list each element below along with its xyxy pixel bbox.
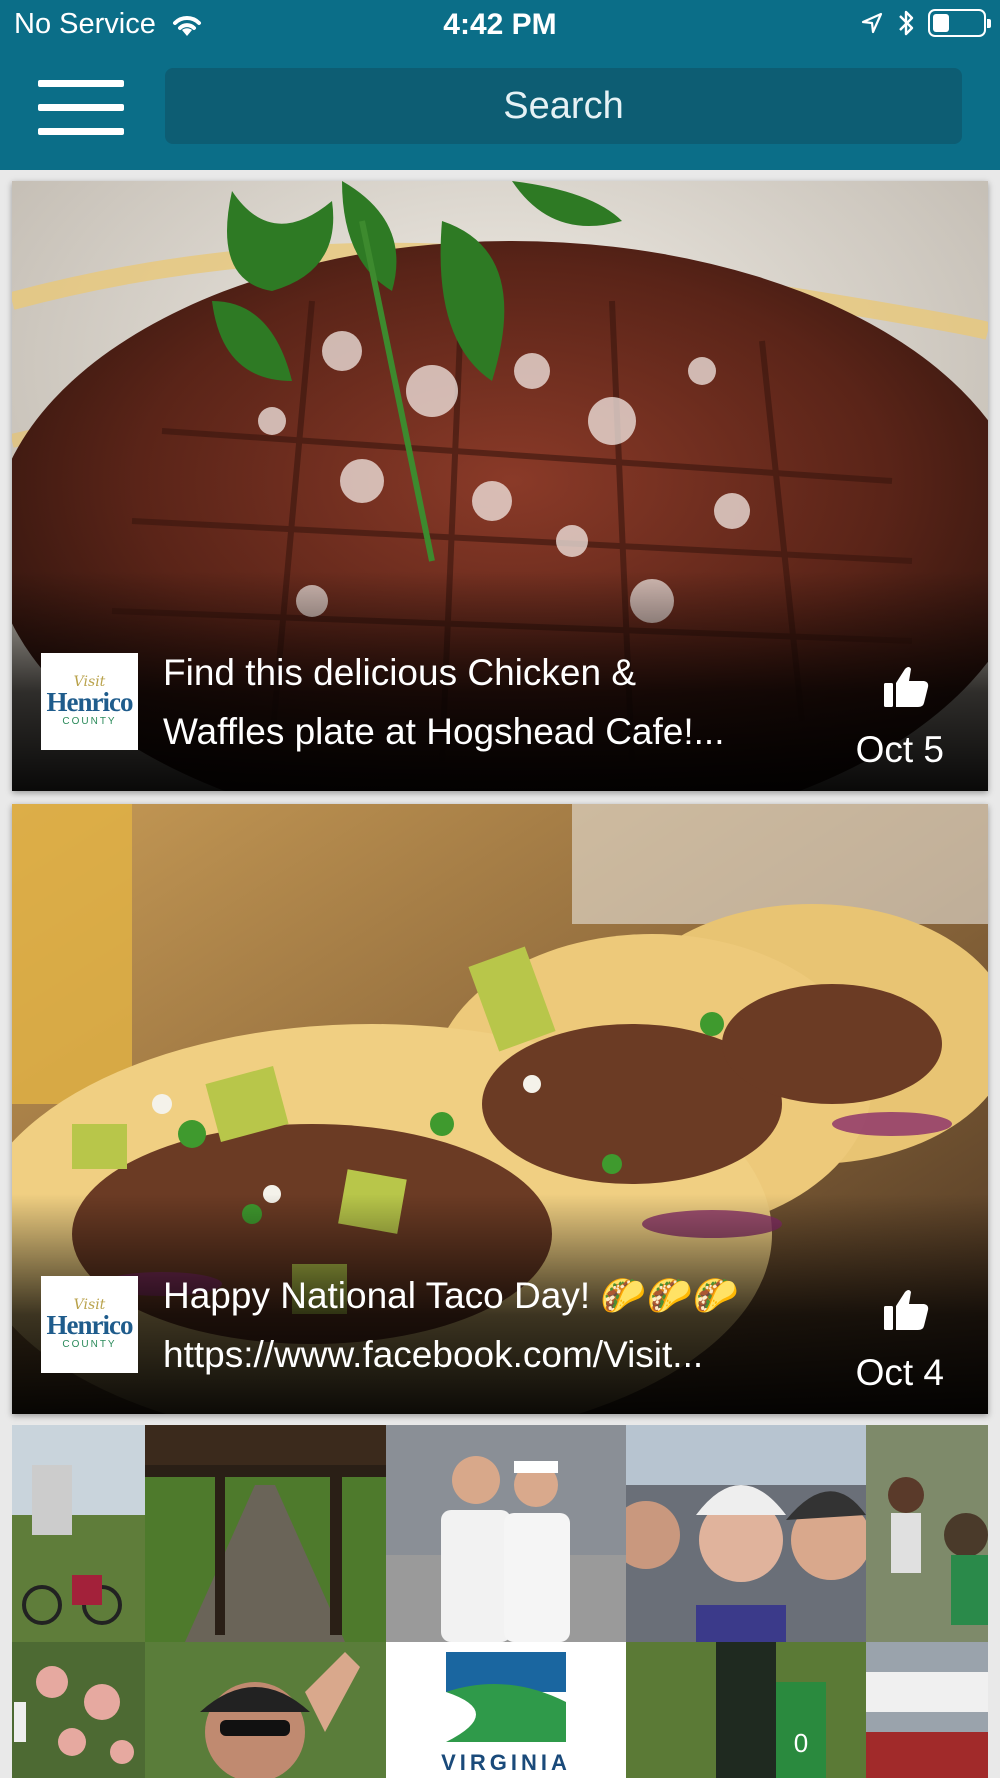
collage-photo-trail-marker: 0 [626,1642,866,1778]
app-header: No Service 4:42 PM Search [0,0,1000,170]
status-bar: No Service 4:42 PM [0,0,1000,52]
bluetooth-icon [899,10,914,36]
thumbs-up-icon[interactable] [882,1286,930,1334]
collage-photo-bikes-sign [12,1425,145,1642]
collage-photo-bike-shop [866,1642,988,1778]
collage-photo-flowers [12,1642,145,1778]
collage-photo-selfie-sunglasses [145,1642,386,1778]
feed-post-collage[interactable]: VIRGINIA 0 [12,1425,988,1778]
post-date: Oct 5 [855,729,944,770]
hamburger-menu-icon[interactable] [36,80,126,140]
battery-icon [928,9,991,37]
henrico-county-logo: Visit Henrico COUNTY [41,653,138,750]
henrico-county-logo: Visit Henrico COUNTY [41,1276,138,1373]
post-date: Oct 4 [855,1352,944,1393]
collage-photo-two-people [386,1425,626,1642]
collage-photo-kids-biking [866,1425,988,1642]
post-caption: Find this delicious Chicken & Waffles pl… [163,652,725,752]
feed-post[interactable]: Visit Henrico COUNTY Find this delicious… [12,181,988,791]
thumbs-up-icon[interactable] [882,663,930,711]
location-arrow-icon [861,12,883,34]
collage-virginia-logo: VIRGINIA [386,1642,626,1778]
search-input[interactable]: Search [165,68,962,144]
collage-photo-bridge-trail [145,1425,386,1642]
collage-photo-cyclists-selfie [626,1425,866,1642]
feed-post[interactable]: Visit Henrico COUNTY Happy National Taco… [12,804,988,1414]
svg-text:0: 0 [794,1728,808,1758]
virginia-text: VIRGINIA [441,1750,571,1775]
clock: 4:42 PM [443,8,557,41]
post-caption: Happy National Taco Day! 🌮🌮🌮 https://www… [163,1275,739,1375]
